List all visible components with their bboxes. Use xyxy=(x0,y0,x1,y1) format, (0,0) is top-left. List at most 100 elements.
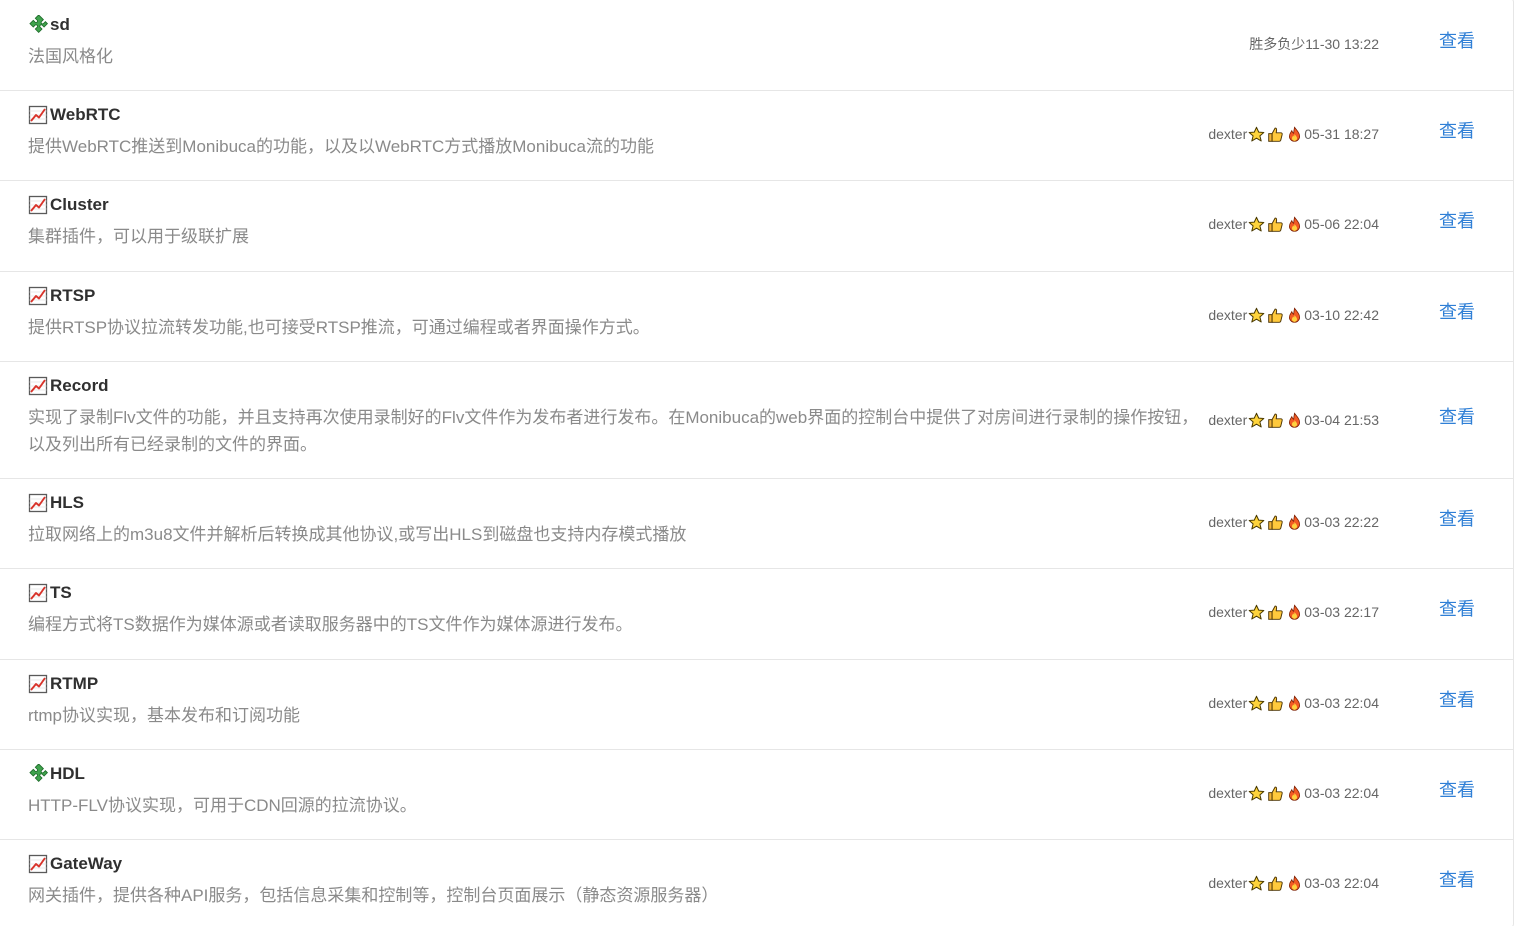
thumbs-up-icon xyxy=(1267,412,1284,429)
plugin-title-line: WebRTC xyxy=(28,104,121,126)
plugin-description: 提供RTSP协议拉流转发功能,也可接受RTSP推流，可通过编程或者界面操作方式。 xyxy=(28,318,650,337)
chart-increasing-icon xyxy=(28,195,48,215)
fire-icon xyxy=(1286,784,1303,802)
chart-increasing-icon xyxy=(28,493,48,513)
star-icon xyxy=(1248,216,1265,233)
plugin-description: 拉取网络上的m3u8文件并解析后转换成其他协议,或写出HLS到磁盘也支持内存模式… xyxy=(28,525,687,544)
plugin-row: RTMP rtmp协议实现，基本发布和订阅功能 dexter 03-03 22:04 查… xyxy=(0,660,1513,750)
fire-icon xyxy=(1286,306,1303,324)
plugin-description: 网关插件，提供各种API服务，包括信息采集和控制等，控制台页面展示（静态资源服务… xyxy=(28,886,719,905)
updated-date: 03-03 22:22 xyxy=(1304,514,1379,530)
author-name: dexter xyxy=(1208,875,1248,891)
view-link[interactable]: 查看 xyxy=(1439,508,1475,530)
plugin-title: Cluster xyxy=(50,195,109,214)
plugin-title-line: Cluster xyxy=(28,194,109,216)
thumbs-up-icon xyxy=(1267,126,1284,143)
updated-date: 05-06 22:04 xyxy=(1304,216,1379,232)
view-link[interactable]: 查看 xyxy=(1439,406,1475,428)
plugin-title-line: sd xyxy=(28,14,70,36)
plugin-row: TS 编程方式将TS数据作为媒体源或者读取服务器中的TS文件作为媒体源进行发布。 d… xyxy=(0,569,1513,660)
plugin-meta: dexter 03-03 22:04 xyxy=(1208,783,1379,803)
thumbs-up-icon xyxy=(1267,695,1284,712)
chart-increasing-icon xyxy=(28,376,48,396)
plugin-title-line: Record xyxy=(28,375,109,397)
view-link[interactable]: 查看 xyxy=(1439,210,1475,232)
updated-date: 03-03 22:17 xyxy=(1304,604,1379,620)
view-link[interactable]: 查看 xyxy=(1439,120,1475,142)
star-icon xyxy=(1248,604,1265,621)
star-icon xyxy=(1248,412,1265,429)
view-link[interactable]: 查看 xyxy=(1439,598,1475,620)
thumbs-up-icon xyxy=(1267,514,1284,531)
fire-icon xyxy=(1286,694,1303,712)
star-icon xyxy=(1248,307,1265,324)
plugin-title-line: RTMP xyxy=(28,673,98,695)
updated-date: 03-10 22:42 xyxy=(1304,307,1379,323)
plugin-list-page: sd 法国风格化 胜多负少 11-30 13:22 查看 WebRTC 提供WebRTC推送… xyxy=(0,0,1523,926)
fire-icon xyxy=(1286,125,1303,143)
view-link[interactable]: 查看 xyxy=(1439,689,1475,711)
plugin-row: Cluster 集群插件，可以用于级联扩展 dexter 05-06 22:04 查看 xyxy=(0,181,1513,272)
plugin-description: 法国风格化 xyxy=(28,47,113,66)
plugin-row: sd 法国风格化 胜多负少 11-30 13:22 查看 xyxy=(0,1,1513,91)
plugin-title-line: HDL xyxy=(28,763,85,785)
author-name: dexter xyxy=(1208,514,1248,530)
plugin-description: 实现了录制Flv文件的功能，并且支持再次使用录制好的Flv文件作为发布者进行发布… xyxy=(28,408,1199,454)
updated-date: 05-31 18:27 xyxy=(1304,126,1379,142)
thumbs-up-icon xyxy=(1267,785,1284,802)
plugin-meta: dexter 03-10 22:42 xyxy=(1208,305,1379,325)
plugin-description: rtmp协议实现，基本发布和订阅功能 xyxy=(28,706,300,725)
star-icon xyxy=(1248,126,1265,143)
author-name: dexter xyxy=(1208,604,1248,620)
plugin-description: 集群插件，可以用于级联扩展 xyxy=(28,227,249,246)
puzzle-icon xyxy=(28,764,48,784)
author-name: dexter xyxy=(1208,216,1248,232)
author-name: dexter xyxy=(1208,126,1248,142)
author-name: dexter xyxy=(1208,307,1248,323)
plugin-row: RTSP 提供RTSP协议拉流转发功能,也可接受RTSP推流，可通过编程或者界面操… xyxy=(0,272,1513,362)
plugin-title: HDL xyxy=(50,764,85,783)
fire-icon xyxy=(1286,215,1303,233)
plugin-row: WebRTC 提供WebRTC推送到Monibuca的功能，以及以WebRTC方式… xyxy=(0,91,1513,181)
chart-increasing-icon xyxy=(28,105,48,125)
plugin-meta: dexter 05-31 18:27 xyxy=(1208,124,1379,144)
star-icon xyxy=(1248,514,1265,531)
thumbs-up-icon xyxy=(1267,216,1284,233)
plugin-meta: dexter 05-06 22:04 xyxy=(1208,214,1379,234)
author-name: dexter xyxy=(1208,412,1248,428)
plugin-title: HLS xyxy=(50,493,84,512)
view-link[interactable]: 查看 xyxy=(1439,869,1475,891)
plugin-title: TS xyxy=(50,583,72,602)
updated-date: 11-30 13:22 xyxy=(1305,36,1379,52)
plugin-title: GateWay xyxy=(50,854,123,873)
plugin-meta: dexter 03-03 22:17 xyxy=(1208,602,1379,622)
view-link[interactable]: 查看 xyxy=(1439,30,1475,52)
plugin-meta: 胜多负少 11-30 13:22 xyxy=(1249,34,1379,54)
updated-date: 03-03 22:04 xyxy=(1304,695,1379,711)
author-name: dexter xyxy=(1208,785,1248,801)
plugin-row: HDL HTTP-FLV协议实现，可用于CDN回源的拉流协议。 dexter 03-0… xyxy=(0,750,1513,840)
updated-date: 03-03 22:04 xyxy=(1304,875,1379,891)
plugin-row: GateWay 网关插件，提供各种API服务，包括信息采集和控制等，控制台页面展示… xyxy=(0,840,1513,926)
view-link[interactable]: 查看 xyxy=(1439,301,1475,323)
plugin-description: 提供WebRTC推送到Monibuca的功能，以及以WebRTC方式播放Moni… xyxy=(28,137,654,156)
plugin-row: Record 实现了录制Flv文件的功能，并且支持再次使用录制好的Flv文件作为发… xyxy=(0,362,1513,479)
plugin-title-line: HLS xyxy=(28,492,84,514)
plugin-title-line: GateWay xyxy=(28,853,122,875)
plugin-meta: dexter 03-04 21:53 xyxy=(1208,410,1379,430)
fire-icon xyxy=(1286,874,1303,892)
updated-date: 03-03 22:04 xyxy=(1304,785,1379,801)
plugin-row: HLS 拉取网络上的m3u8文件并解析后转换成其他协议,或写出HLS到磁盘也支持内… xyxy=(0,479,1513,569)
thumbs-up-icon xyxy=(1267,604,1284,621)
thumbs-up-icon xyxy=(1267,875,1284,892)
chart-increasing-icon xyxy=(28,583,48,603)
chart-increasing-icon xyxy=(28,286,48,306)
plugin-title: RTSP xyxy=(50,286,96,305)
chart-increasing-icon xyxy=(28,854,48,874)
view-link[interactable]: 查看 xyxy=(1439,779,1475,801)
star-icon xyxy=(1248,695,1265,712)
plugin-list: sd 法国风格化 胜多负少 11-30 13:22 查看 WebRTC 提供WebRTC推送… xyxy=(0,0,1514,926)
author-name: 胜多负少 xyxy=(1249,36,1306,52)
fire-icon xyxy=(1286,603,1303,621)
star-icon xyxy=(1248,875,1265,892)
